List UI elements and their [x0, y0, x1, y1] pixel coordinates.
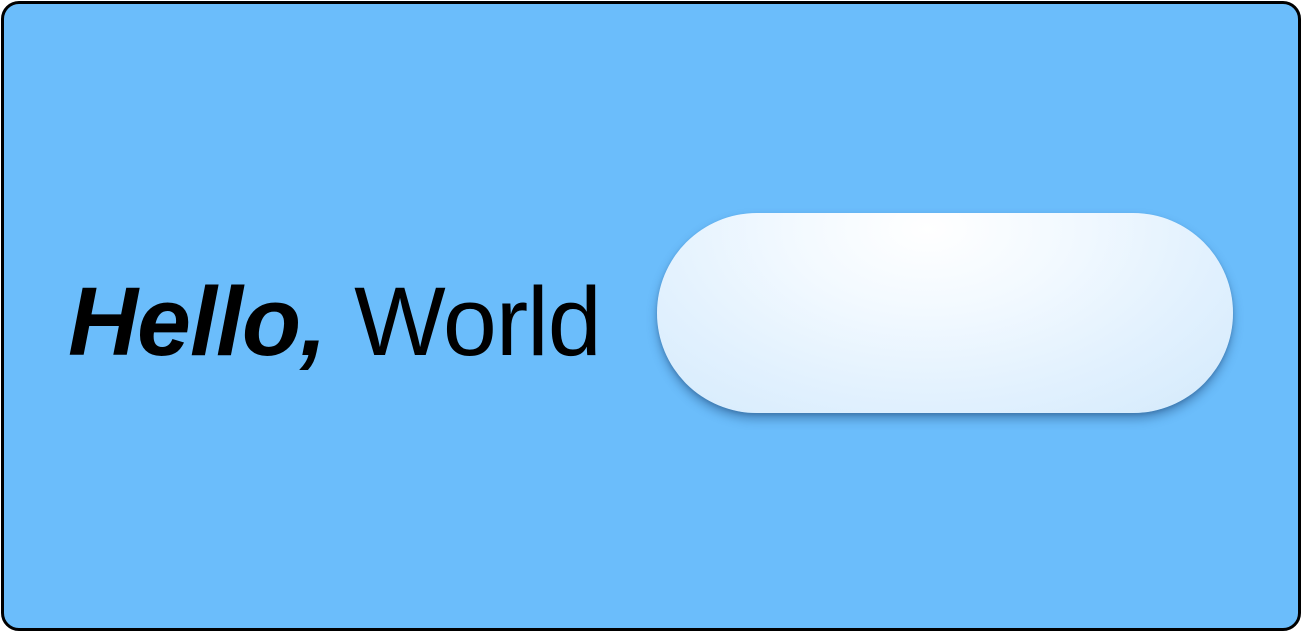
pill-button[interactable]: [657, 213, 1233, 413]
greeting-world-text: World: [354, 266, 602, 376]
greeting-hello-text: Hello,: [68, 266, 327, 376]
greeting-heading: Hello, World: [68, 266, 602, 376]
